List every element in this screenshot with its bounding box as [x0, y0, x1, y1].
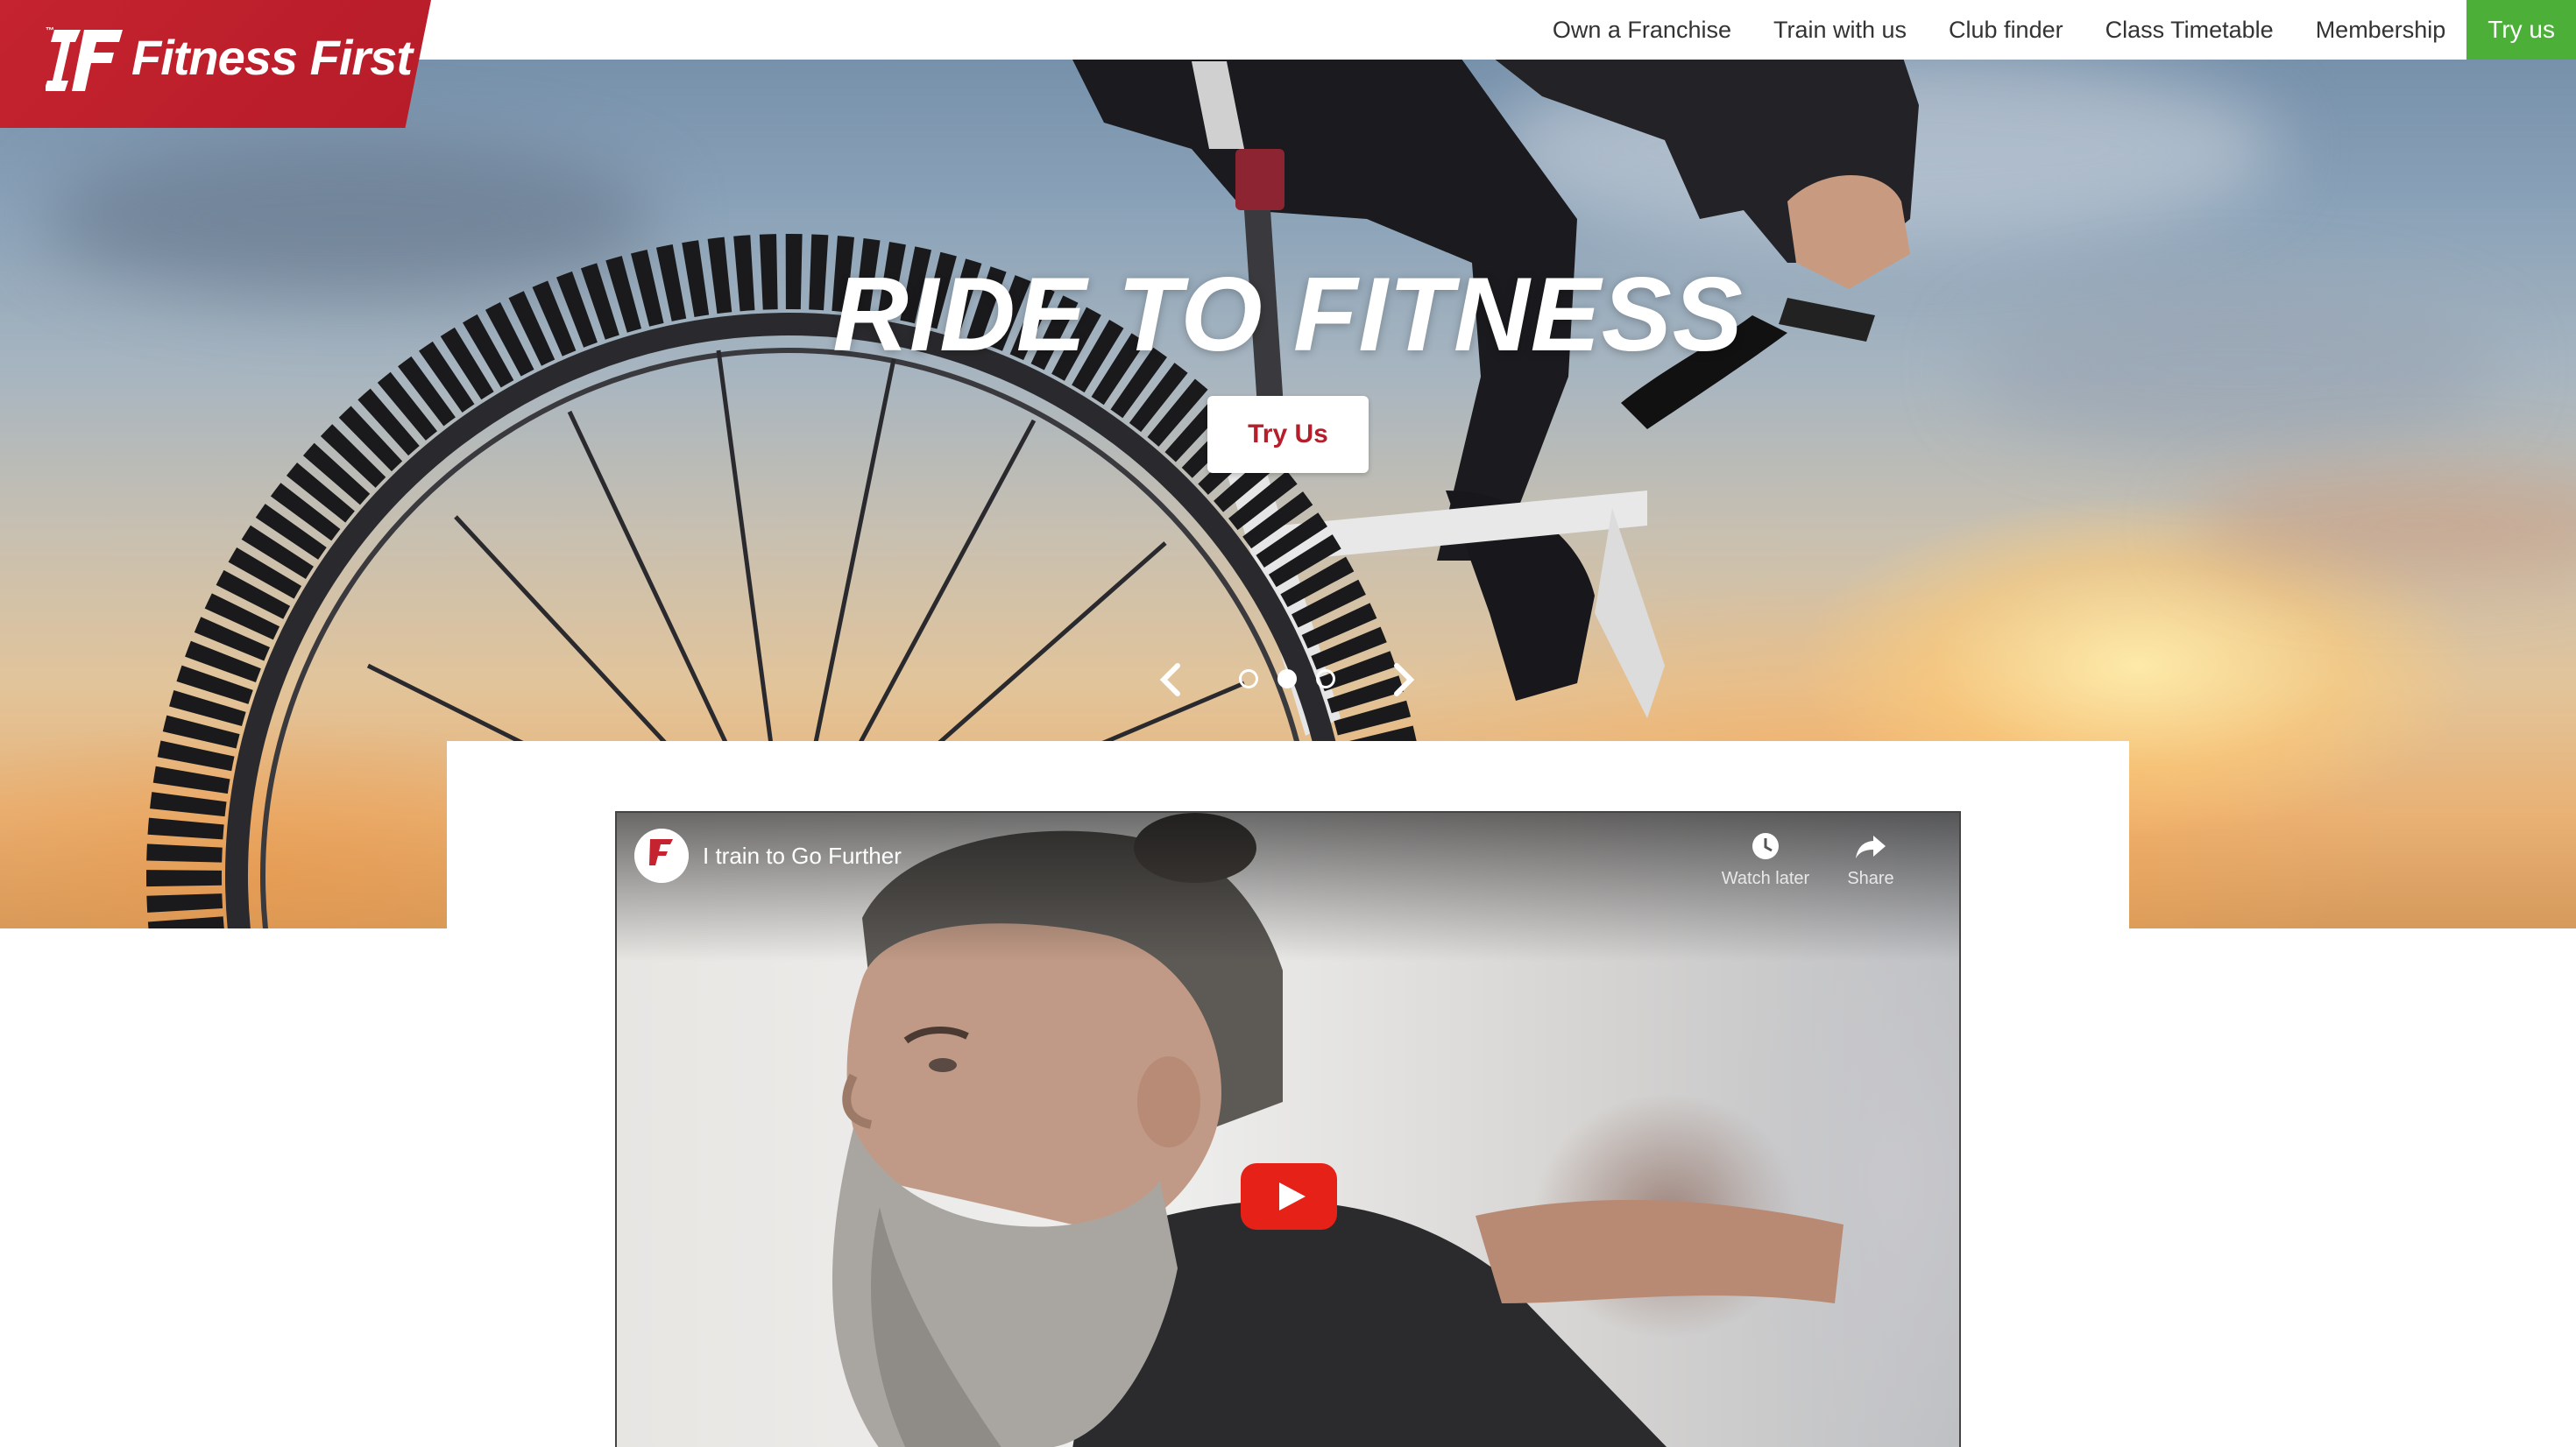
main-nav: Own a Franchise Train with us Club finde… [1532, 0, 2576, 60]
chevron-right-icon[interactable] [1388, 662, 1418, 697]
hero-try-us-button[interactable]: Try Us [1207, 396, 1369, 473]
chevron-left-icon[interactable] [1157, 662, 1186, 697]
nav-try-us-button[interactable]: Try us [2466, 0, 2576, 60]
play-icon[interactable] [1241, 1163, 1337, 1230]
carousel-dot-1[interactable] [1239, 669, 1258, 688]
share-button[interactable]: Share [1822, 830, 1919, 889]
video-title[interactable]: I train to Go Further [703, 843, 902, 870]
video-player[interactable]: I train to Go Further Watch later Share [615, 811, 1961, 1447]
share-label: Share [1847, 869, 1894, 888]
watch-later-label: Watch later [1721, 869, 1810, 888]
trademark-symbol: ™ [46, 26, 54, 36]
nav-membership[interactable]: Membership [2295, 0, 2467, 60]
logo-text: Fitness First [131, 30, 413, 85]
watch-later-button[interactable]: Watch later [1717, 830, 1814, 889]
content-card: I train to Go Further Watch later Share [447, 741, 2129, 1447]
page: RIDE TO FITNESS Try Us ™ Fitness First O… [0, 0, 2576, 1447]
nav-club-finder[interactable]: Club finder [1928, 0, 2084, 60]
fitness-first-avatar-icon [634, 829, 689, 883]
hero-title: RIDE TO FITNESS [832, 256, 1744, 373]
share-icon [1856, 836, 1886, 858]
channel-avatar[interactable] [634, 829, 689, 883]
clock-icon [1752, 833, 1779, 859]
logo-mark-icon [46, 30, 123, 91]
nav-train-with-us[interactable]: Train with us [1752, 0, 1928, 60]
fitness-first-logo[interactable]: ™ Fitness First [0, 0, 431, 128]
nav-own-a-franchise[interactable]: Own a Franchise [1532, 0, 1752, 60]
carousel-dot-2[interactable] [1277, 669, 1297, 688]
carousel-dot-3[interactable] [1316, 669, 1335, 688]
nav-class-timetable[interactable]: Class Timetable [2084, 0, 2295, 60]
carousel-controls [1157, 657, 1419, 701]
